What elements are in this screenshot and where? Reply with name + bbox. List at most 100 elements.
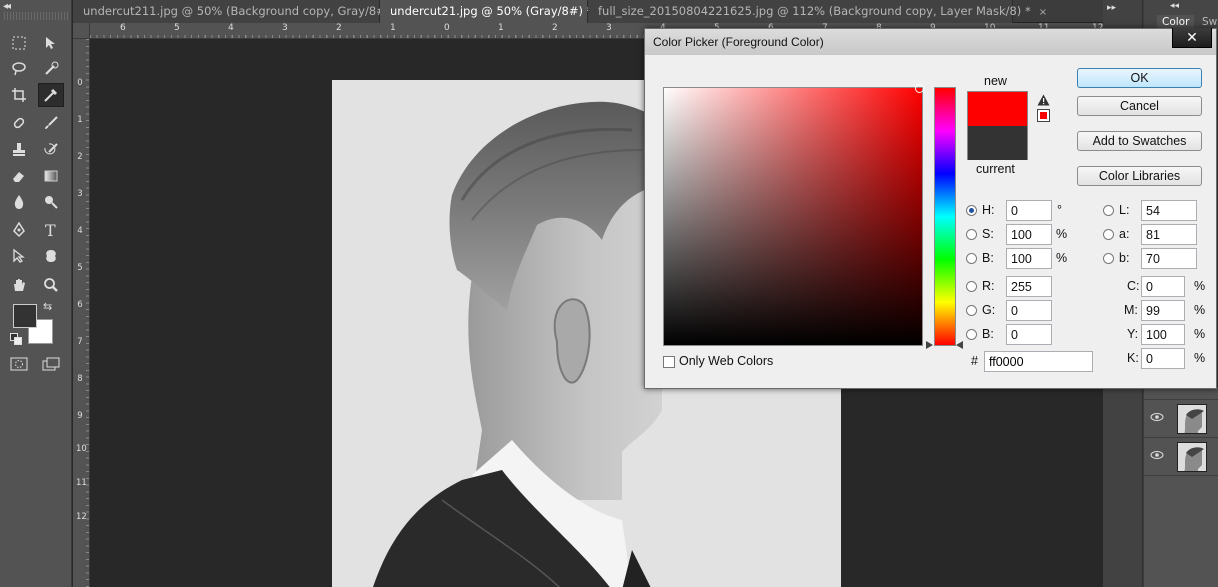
lab-a-input[interactable] [1141, 224, 1197, 245]
cyan-input[interactable] [1141, 276, 1185, 297]
brightness-input[interactable] [1006, 248, 1052, 269]
saturation-input[interactable] [1006, 224, 1052, 245]
layer-row[interactable] [1144, 400, 1218, 438]
lab-b-radio[interactable] [1103, 253, 1114, 264]
vertical-ruler[interactable]: 0 1 2 3 4 5 6 7 8 9 10 11 12 [73, 39, 90, 587]
closest-gamut-color-swatch[interactable] [1037, 109, 1050, 122]
type-tool-icon[interactable]: T [38, 218, 64, 242]
lab-a-radio[interactable] [1103, 229, 1114, 240]
hue-slider-handle-right[interactable] [956, 341, 963, 349]
green-radio[interactable] [966, 305, 977, 316]
saturation-brightness-field[interactable] [663, 84, 924, 346]
lab-b-input[interactable] [1141, 248, 1197, 269]
visibility-eye-icon[interactable] [1150, 450, 1164, 460]
ruler-tick-label: 3 [77, 189, 83, 199]
percent-unit: % [1194, 351, 1206, 365]
layer-row[interactable] [1144, 438, 1218, 476]
custom-shape-tool-icon[interactable] [38, 244, 64, 268]
hue-slider[interactable] [934, 87, 956, 346]
green-input[interactable] [1006, 300, 1052, 321]
lab-l-label: L: [1119, 203, 1130, 217]
collapse-panel-icon[interactable]: ◂◂ [1170, 1, 1179, 11]
ruler-tick-label: 1 [498, 23, 504, 33]
only-web-colors-label[interactable]: Only Web Colors [679, 354, 773, 368]
visibility-eye-icon[interactable] [1150, 412, 1164, 422]
swap-colors-icon[interactable]: ⇆ [43, 300, 52, 313]
ruler-tick-label: 7 [77, 337, 83, 347]
tab-full-size[interactable]: full_size_20150804221625.jpg @ 112% (Bac… [588, 0, 1047, 23]
lasso-tool-icon[interactable] [6, 57, 32, 81]
foreground-color-swatch[interactable] [13, 304, 37, 328]
layer-row[interactable] [1144, 388, 1218, 400]
crop-tool-icon[interactable] [6, 83, 32, 107]
brightness-field-row: B: % [966, 248, 1076, 270]
yellow-label: Y: [1127, 327, 1139, 341]
hue-radio[interactable] [966, 205, 977, 216]
hex-input[interactable] [984, 351, 1093, 372]
tab-undercut21[interactable]: undercut21.jpg @ 50% (Gray/8#) *× [380, 0, 609, 23]
green-field-row: G: [966, 300, 1056, 322]
ruler-tick-label: 1 [77, 115, 83, 125]
tab-close-icon[interactable]: × [1039, 7, 1047, 18]
eraser-tool-icon[interactable] [6, 164, 32, 188]
cancel-button[interactable]: Cancel [1077, 96, 1202, 116]
layer-thumbnail [1177, 442, 1207, 472]
color-field-marker[interactable] [915, 84, 924, 93]
blur-tool-icon[interactable] [6, 190, 32, 214]
marquee-tool-icon[interactable] [6, 31, 32, 55]
tab-undercut211[interactable]: undercut211.jpg @ 50% (Background copy, … [73, 0, 416, 23]
close-button[interactable]: ✕ [1172, 28, 1212, 48]
degree-unit: ° [1057, 203, 1062, 217]
red-radio[interactable] [966, 281, 977, 292]
only-web-colors-checkbox[interactable] [663, 356, 675, 368]
svg-text:T: T [45, 222, 56, 238]
panel-grip[interactable] [4, 12, 68, 20]
blue-input[interactable] [1006, 324, 1052, 345]
layer-thumbnail [1177, 404, 1207, 434]
gamut-warning-icon[interactable] [1037, 94, 1050, 106]
lab-l-input[interactable] [1141, 200, 1197, 221]
default-colors-icon[interactable] [10, 333, 22, 345]
history-brush-tool-icon[interactable] [38, 138, 64, 162]
red-input[interactable] [1006, 276, 1052, 297]
brightness-radio[interactable] [966, 253, 977, 264]
eyedropper-tool-icon[interactable] [38, 83, 64, 107]
add-to-swatches-button[interactable]: Add to Swatches [1077, 131, 1202, 151]
quick-selection-tool-icon[interactable] [38, 57, 64, 81]
dodge-tool-icon[interactable] [38, 190, 64, 214]
current-color-swatch[interactable] [968, 126, 1027, 160]
red-label: R: [982, 279, 995, 293]
move-tool-icon[interactable] [38, 31, 64, 55]
collapse-panel-icon[interactable]: ▸▸ [1107, 3, 1116, 13]
cyan-field-row: C: % [1123, 276, 1215, 298]
saturation-radio[interactable] [966, 229, 977, 240]
dialog-titlebar[interactable]: Color Picker (Foreground Color) ✕ [645, 28, 1216, 55]
new-color-swatch [968, 92, 1027, 126]
ruler-tick-label: 1 [390, 23, 396, 33]
hue-slider-handle-left[interactable] [926, 341, 933, 349]
path-selection-tool-icon[interactable] [6, 244, 32, 268]
yellow-input[interactable] [1141, 324, 1185, 345]
pen-tool-icon[interactable] [6, 218, 32, 242]
black-input[interactable] [1141, 348, 1185, 369]
ok-button[interactable]: OK [1077, 68, 1202, 88]
clone-stamp-tool-icon[interactable] [6, 138, 32, 162]
lab-l-radio[interactable] [1103, 205, 1114, 216]
lab-b-field-row: b: [1103, 248, 1203, 270]
quick-mask-icon[interactable] [6, 352, 32, 376]
ruler-origin[interactable] [73, 23, 90, 39]
hand-tool-icon[interactable] [6, 273, 32, 297]
screen-mode-icon[interactable] [38, 352, 64, 376]
brush-tool-icon[interactable] [38, 111, 64, 135]
blue-radio[interactable] [966, 329, 977, 340]
healing-brush-tool-icon[interactable] [6, 111, 32, 135]
color-panel-header: ◂◂ Color Swatc [1144, 0, 1218, 30]
collapse-panel-icon[interactable]: ◂◂ [3, 1, 11, 12]
gradient-tool-icon[interactable] [38, 164, 64, 188]
lab-b-label: b: [1119, 251, 1130, 265]
photoshop-window: ◂◂ T ⇆ undercut211.jpg @ 50% (Background… [0, 0, 1218, 587]
hue-input[interactable] [1006, 200, 1052, 221]
magenta-input[interactable] [1141, 300, 1185, 321]
color-libraries-button[interactable]: Color Libraries [1077, 166, 1202, 186]
zoom-tool-icon[interactable] [38, 273, 64, 297]
